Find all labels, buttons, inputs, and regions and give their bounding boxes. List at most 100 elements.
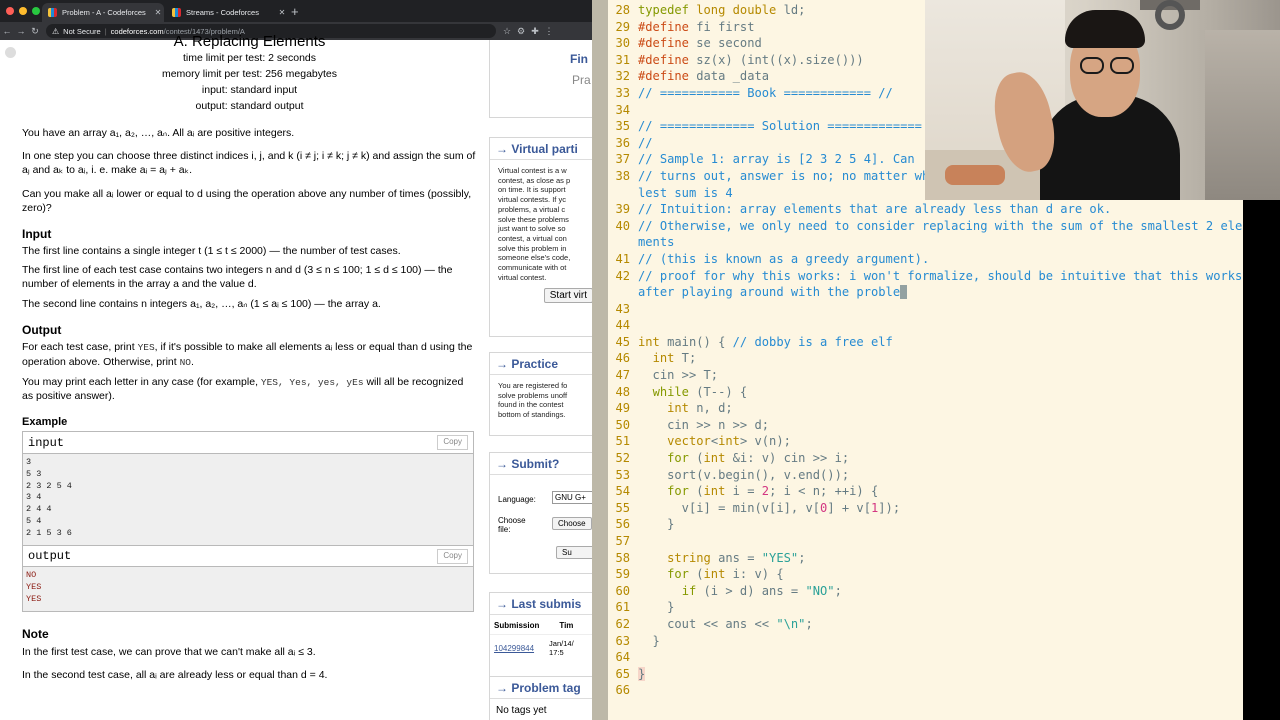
back-icon[interactable]: ←	[0, 26, 14, 36]
extension-icon[interactable]: ✚	[528, 26, 542, 37]
code-line[interactable]: 64	[608, 649, 1280, 666]
code-line[interactable]: 47 cin >> T;	[608, 367, 1280, 384]
start-virtual-button[interactable]: Start virt	[543, 288, 592, 304]
problem-tags-box: → Problem tag No tags yet	[489, 676, 592, 720]
line-number: 33	[615, 85, 630, 100]
copy-output-button[interactable]: Copy	[437, 548, 468, 564]
example-heading: Example	[22, 415, 68, 428]
code-line[interactable]: 50 cin >> n >> d;	[608, 417, 1280, 434]
statement-paragraph: You have an array a₁, a₂, …, aₙ. All aᵢ …	[22, 127, 295, 139]
input-heading: Input	[22, 226, 52, 241]
submit-box: → Submit? Language: GNU G+ Choose file: C…	[489, 452, 592, 574]
code-line[interactable]: 51 vector<int> v(n);	[608, 433, 1280, 450]
line-number: 42	[615, 268, 630, 283]
virtual-participation-box: → Virtual parti Virtual contest is a w co…	[489, 137, 592, 337]
output-paragraph: You may print each letter in any case (f…	[22, 375, 464, 403]
line-number: 53	[615, 467, 630, 482]
line-code: for (int &i: v) cin >> i;	[667, 451, 850, 466]
note-heading: Note	[22, 627, 49, 642]
code-line[interactable]: 63 }	[608, 633, 1280, 650]
close-tab-icon[interactable]: ✕	[152, 8, 164, 17]
code-line[interactable]: 48 while (T--) {	[608, 384, 1280, 401]
language-select[interactable]: GNU G+	[552, 491, 592, 504]
line-number: 49	[615, 401, 630, 416]
line-code: // =========== Book ============ //	[638, 85, 893, 100]
line-number: 52	[615, 451, 630, 466]
window-controls	[6, 7, 40, 15]
choose-file-button[interactable]: Choose	[552, 517, 592, 530]
code-line[interactable]: 59 for (int i: v) {	[608, 566, 1280, 583]
example-input: 3 5 3 2 3 2 5 4 3 4 2 4 4 5 4 2 1 5 3 6	[23, 454, 473, 546]
code-line[interactable]: 62 cout << ans << "\n";	[608, 616, 1280, 633]
practice-box: → Practice You are registered fo solve pr…	[489, 352, 592, 436]
line-number: 44	[615, 318, 630, 333]
line-code: // proof for why this works: i won't for…	[638, 268, 1243, 300]
code-line[interactable]: 57	[608, 533, 1280, 550]
close-window-icon[interactable]	[6, 7, 14, 15]
code-line[interactable]: 39 // Intuition: array elements that are …	[608, 201, 1280, 218]
page-action-icon[interactable]	[5, 47, 16, 58]
line-code: for (int i = 2; i < n; ++i) {	[667, 484, 879, 499]
virtual-description: Virtual contest is a w contest, as close …	[498, 166, 571, 282]
copy-input-button[interactable]: Copy	[437, 435, 468, 451]
code-line[interactable]: 43	[608, 301, 1280, 318]
submit-button[interactable]: Su	[556, 546, 592, 559]
line-code: v[i] = min(v[i], v[0] + v[1]);	[638, 500, 901, 515]
input-paragraph: The first line of each test case contain…	[22, 264, 453, 291]
tab-bar: Problem - A - Codeforces ✕ Streams - Cod…	[0, 0, 592, 22]
code-line[interactable]: 53 sort(v.begin(), v.end());	[608, 467, 1280, 484]
line-number: 29	[615, 19, 630, 34]
bookmark-star-icon[interactable]: ☆	[500, 26, 514, 37]
line-number: 35	[615, 119, 630, 134]
tab-problem[interactable]: Problem - A - Codeforces ✕	[42, 3, 164, 22]
code-line[interactable]: 44	[608, 317, 1280, 334]
line-code: }	[638, 600, 675, 615]
line-number: 32	[615, 69, 630, 84]
line-number: 58	[615, 550, 630, 565]
line-code: typedef long double ld;	[638, 3, 806, 17]
person-hair	[1065, 10, 1145, 48]
line-code: #define data _data	[638, 69, 770, 84]
statement-paragraph: Can you make all aᵢ lower or equal to d …	[22, 187, 472, 214]
code-line[interactable]: 60 if (i > d) ans = "NO";	[608, 583, 1280, 600]
code-line[interactable]: 55 v[i] = min(v[i], v[0] + v[1]);	[608, 500, 1280, 517]
line-number: 59	[615, 567, 630, 582]
code-line[interactable]: 56 }	[608, 516, 1280, 533]
code-line[interactable]: 41 // (this is known as a greedy argument…	[608, 251, 1280, 268]
maximize-window-icon[interactable]	[32, 7, 40, 15]
line-code: // ============= Solution =============	[638, 119, 922, 134]
code-line[interactable]: 65}	[608, 666, 1280, 683]
code-line[interactable]: 58 string ans = "YES";	[608, 550, 1280, 567]
memory-limit: memory limit per test: 256 megabytes	[161, 68, 338, 80]
new-tab-icon[interactable]: +	[291, 4, 299, 19]
code-line[interactable]: 54 for (int i = 2; i < n; ++i) {	[608, 483, 1280, 500]
line-code: int main() { // dobby is a free elf	[638, 334, 893, 349]
code-line[interactable]: 45 int main() { // dobby is a free elf	[608, 334, 1280, 351]
close-tab-icon[interactable]: ✕	[276, 8, 288, 17]
line-code: cin >> T;	[638, 368, 719, 383]
code-line[interactable]: 49 int n, d;	[608, 400, 1280, 417]
menu-icon[interactable]: ⋮	[542, 26, 556, 37]
code-line[interactable]: 40 // Otherwise, we only need to consider…	[608, 218, 1280, 251]
minimize-window-icon[interactable]	[19, 7, 27, 15]
problem-page: A. Replacing Elements time limit per tes…	[0, 33, 592, 720]
line-code: if (i > d) ans = "NO";	[681, 583, 842, 598]
submission-link[interactable]: 104299844	[494, 644, 534, 653]
line-number: 57	[615, 534, 630, 548]
code-line[interactable]: 46 int T;	[608, 350, 1280, 367]
tab-streams[interactable]: Streams - Codeforces ✕	[166, 3, 288, 22]
line-number: 66	[615, 683, 630, 698]
line-code: int n, d;	[667, 401, 733, 416]
code-line[interactable]: 42 // proof for why this works: i won't f…	[608, 268, 1280, 301]
code-line[interactable]: 52 for (int &i: v) cin >> i;	[608, 450, 1280, 467]
code-line[interactable]: 66	[608, 682, 1280, 699]
statement-paragraph: In one step you can choose three distinc…	[22, 150, 476, 177]
browser-window: Problem - A - Codeforces ✕ Streams - Cod…	[0, 0, 592, 720]
output-type: output: standard output	[195, 100, 304, 112]
example-output-header: output Copy	[23, 545, 473, 568]
submission-row: 104299844 Jan/14/17:5	[494, 639, 574, 657]
line-number: 38	[615, 168, 630, 183]
settings-icon[interactable]: ⚙	[514, 26, 528, 37]
code-line[interactable]: 61 }	[608, 599, 1280, 616]
note-paragraph: In the second test case, all aᵢ are alre…	[22, 668, 328, 681]
